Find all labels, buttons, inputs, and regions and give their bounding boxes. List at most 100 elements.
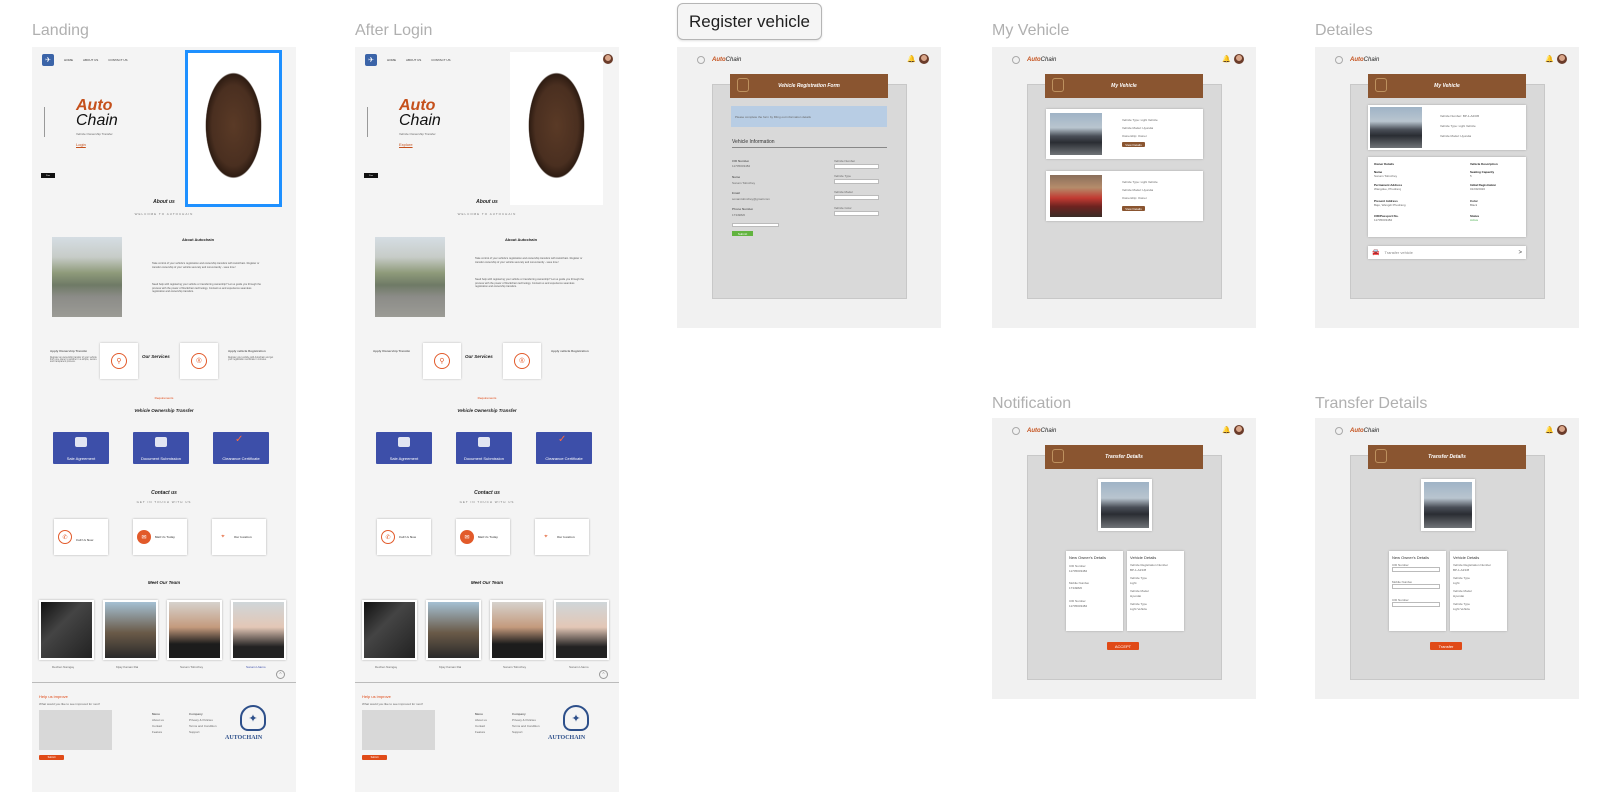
bell-icon[interactable]: 🔔 <box>1222 55 1231 63</box>
document-submission-card[interactable]: Document Submission <box>456 432 512 464</box>
frame-label-landing[interactable]: Landing <box>32 22 89 40</box>
footer-menu-contact[interactable]: Contact <box>475 724 485 728</box>
footer-submit-button[interactable]: Submit <box>362 755 387 760</box>
avatar[interactable] <box>1234 425 1244 435</box>
bell-icon[interactable]: 🔔 <box>907 55 916 63</box>
brand-logo[interactable]: AutoChain <box>1027 428 1056 434</box>
register-vehicle-frame-label[interactable]: Register vehicle <box>677 3 822 40</box>
avatar[interactable] <box>919 54 929 64</box>
avatar[interactable] <box>1557 425 1567 435</box>
footer-menu-feature[interactable]: Feature <box>152 730 162 734</box>
nav-about[interactable]: ABOUT US <box>83 58 98 62</box>
vehicle-1-view-button[interactable]: View Details <box>1122 142 1145 147</box>
autochain-logo-icon[interactable]: ✈ <box>365 54 377 66</box>
footer-menu-about[interactable]: About us <box>152 718 164 722</box>
email-value[interactable]: sonamtobnchey@gmail.com <box>732 197 770 201</box>
file-upload-input[interactable] <box>732 223 779 227</box>
brand-logo[interactable]: AutoChain <box>1350 428 1379 434</box>
vehicle-card-1[interactable]: Vehicle Type: Light Vehicle Vehicle Mode… <box>1046 109 1203 159</box>
nav-about[interactable]: ABOUT US <box>406 58 421 62</box>
service-transfer-card[interactable]: ⚲ <box>423 343 461 379</box>
vehicle-2-view-button[interactable]: View Details <box>1122 206 1145 211</box>
hero-car-image[interactable] <box>185 50 282 207</box>
vehicle-number-input[interactable] <box>834 164 879 169</box>
footer-terms-link[interactable]: Terms and Condition <box>512 724 540 728</box>
mail-card[interactable]: ✉ Mail Us Today <box>456 519 510 555</box>
nav-contact[interactable]: CONTACT US <box>108 58 127 62</box>
frame-label-my-vehicle[interactable]: My Vehicle <box>992 22 1069 40</box>
menu-icon[interactable] <box>1012 56 1020 64</box>
menu-icon[interactable] <box>1335 427 1343 435</box>
clearance-certificate-card[interactable]: ✓ Clearance Certificate <box>213 432 269 464</box>
avatar[interactable] <box>1234 54 1244 64</box>
bell-icon[interactable]: 🔔 <box>1545 55 1554 63</box>
autochain-logo-icon[interactable]: ✈ <box>42 54 54 66</box>
clearance-certificate-card[interactable]: ✓ Clearance Certificate <box>536 432 592 464</box>
transfer-mobile-input[interactable] <box>1392 584 1440 589</box>
service-registration-card[interactable]: ® <box>503 343 541 379</box>
menu-icon[interactable] <box>697 56 705 64</box>
location-card[interactable]: ⌖ Our location <box>212 519 266 555</box>
bell-icon[interactable]: 🔔 <box>1222 426 1231 434</box>
phone-value[interactable]: 17349820 <box>732 213 745 217</box>
call-card[interactable]: ✆ Call Us Now <box>377 519 431 555</box>
menu-icon[interactable] <box>1012 427 1020 435</box>
prev-button[interactable]: Prev <box>41 173 55 178</box>
transfer-cid-input[interactable] <box>1392 567 1440 572</box>
avatar[interactable] <box>603 54 613 64</box>
nav-home[interactable]: HOME <box>387 58 396 62</box>
scroll-top-icon[interactable]: ⌃ <box>599 670 608 679</box>
service-transfer-card[interactable]: ⚲ <box>100 343 138 379</box>
transfer-button[interactable]: Transfer <box>1430 642 1462 650</box>
sale-agreement-label: Sale Agreement <box>66 456 96 461</box>
hero-title-chain: Chain <box>399 112 441 129</box>
vehicle-type-select[interactable] <box>834 179 879 184</box>
nav-contact[interactable]: CONTACT US <box>431 58 450 62</box>
service-registration-card[interactable]: ® <box>180 343 218 379</box>
frame-label-after-login[interactable]: After Login <box>355 22 432 40</box>
feedback-textarea[interactable] <box>362 710 435 750</box>
mail-card[interactable]: ✉ Mail Us Today <box>133 519 187 555</box>
frame-label-details[interactable]: Detailes <box>1315 22 1373 40</box>
scroll-top-icon[interactable]: ⌃ <box>276 670 285 679</box>
nav-home[interactable]: HOME <box>64 58 73 62</box>
footer-menu-about[interactable]: About us <box>475 718 487 722</box>
avatar[interactable] <box>1557 54 1567 64</box>
frame-label-transfer-details[interactable]: Transfer Details <box>1315 395 1427 413</box>
call-card[interactable]: ✆ Call Us Now <box>54 519 108 555</box>
brand-logo[interactable]: AutoChain <box>1027 57 1056 63</box>
vehicle-model-select[interactable] <box>834 195 879 200</box>
brand-logo[interactable]: AutoChain <box>1350 57 1379 63</box>
prev-button[interactable]: Prev <box>364 173 378 178</box>
cid-value[interactable]: 11705003482 <box>732 164 750 168</box>
menu-icon[interactable] <box>1335 56 1343 64</box>
name-value[interactable]: Sonam Tobnchey <box>732 181 755 185</box>
feedback-textarea[interactable] <box>39 710 112 750</box>
transfer-cid2-input[interactable] <box>1392 602 1440 607</box>
sale-agreement-card[interactable]: Sale Agreement <box>376 432 432 464</box>
footer-support-link[interactable]: Support <box>189 730 200 734</box>
accept-button[interactable]: ACCEPT <box>1107 642 1139 650</box>
sale-agreement-card[interactable]: Sale Agreement <box>53 432 109 464</box>
vehicle-color-label: Vehicle Color <box>834 206 852 210</box>
brand-logo[interactable]: AutoChain <box>712 57 741 63</box>
vehicle-color-input[interactable] <box>834 211 879 216</box>
footer-terms-link[interactable]: Terms and Condition <box>189 724 217 728</box>
footer-privacy-link[interactable]: Privacy & Policies <box>512 718 536 722</box>
submit-button[interactable]: Submit <box>732 231 753 236</box>
footer-privacy-link[interactable]: Privacy & Policies <box>189 718 213 722</box>
hero-login-link[interactable]: Login <box>76 142 86 147</box>
footer-menu-contact[interactable]: Contact <box>152 724 162 728</box>
location-card[interactable]: ⌖ Our location <box>535 519 589 555</box>
footer-submit-button[interactable]: Submit <box>39 755 64 760</box>
document-submission-card[interactable]: Document Submission <box>133 432 189 464</box>
vehicle-card-2[interactable]: Vehicle Type: Light Vehicle Vehicle Mode… <box>1046 171 1203 221</box>
footer-menu-feature[interactable]: Feature <box>475 730 485 734</box>
brand-auto: Auto <box>1027 57 1041 63</box>
bell-icon[interactable]: 🔔 <box>1545 426 1554 434</box>
footer-support-link[interactable]: Support <box>512 730 523 734</box>
hero-explore-link[interactable]: Explore <box>399 142 413 147</box>
transfer-reg-label: Vehicle Registration Number <box>1453 563 1492 567</box>
frame-label-notification[interactable]: Notification <box>992 395 1071 413</box>
transfer-vehicle-bar[interactable]: 🚘 Transfer vehicle > <box>1368 246 1526 259</box>
